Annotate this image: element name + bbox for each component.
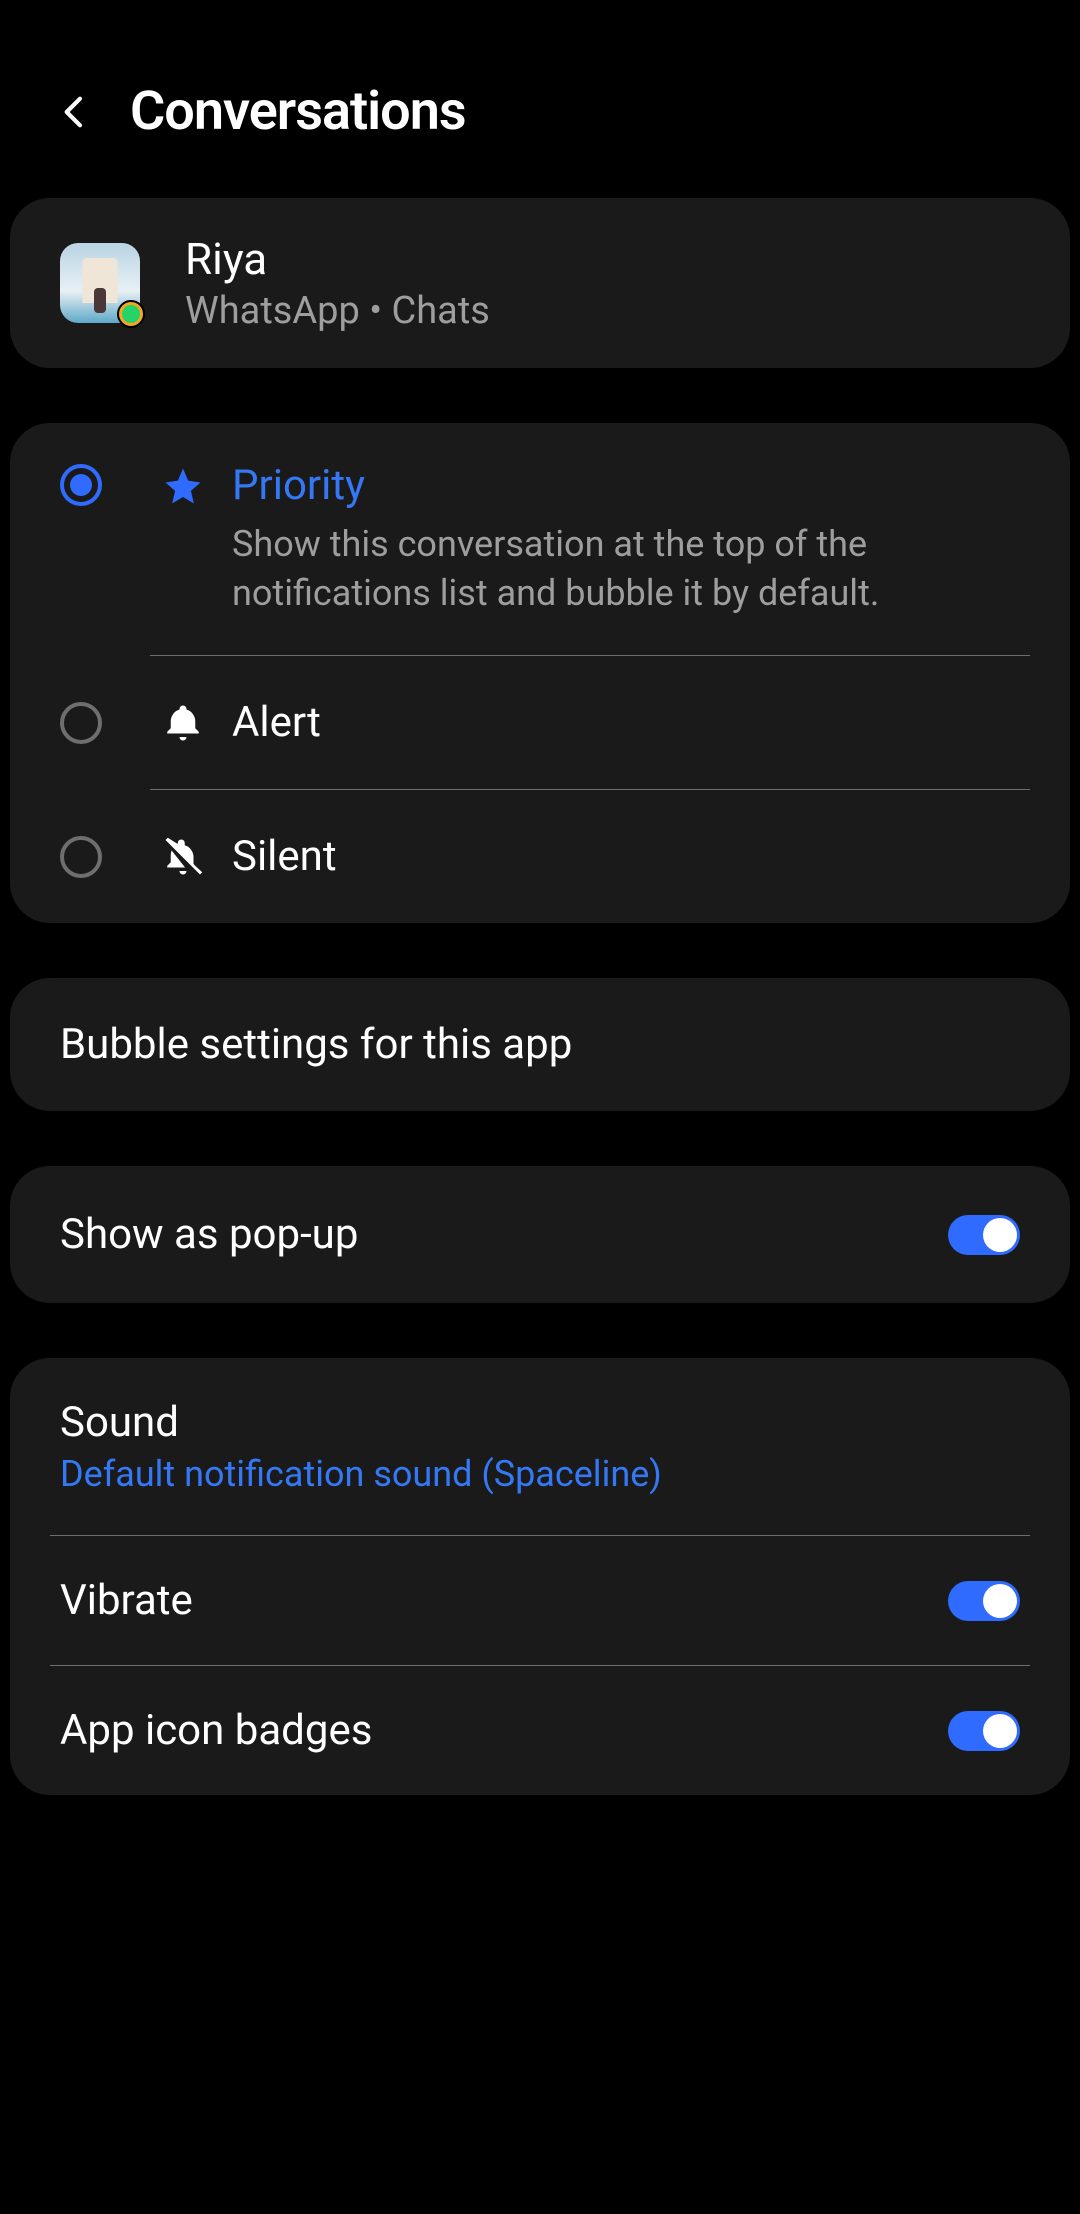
radio-priority[interactable] — [60, 464, 102, 506]
star-icon — [162, 461, 204, 507]
avatar — [60, 243, 140, 323]
header: Conversations — [0, 0, 1080, 183]
vibrate-toggle[interactable] — [948, 1581, 1020, 1621]
radio-alert[interactable] — [60, 702, 102, 744]
bubble-settings-label: Bubble settings for this app — [60, 1020, 1020, 1069]
contact-name: Riya — [185, 233, 1020, 285]
settings-card: Sound Default notification sound (Spacel… — [10, 1358, 1070, 1795]
back-icon[interactable] — [50, 87, 100, 137]
option-alert[interactable]: Alert — [10, 656, 1070, 789]
vibrate-label: Vibrate — [60, 1576, 948, 1625]
page-title: Conversations — [130, 80, 466, 143]
bell-icon — [162, 702, 204, 744]
contact-card[interactable]: Riya WhatsApp • Chats — [10, 198, 1070, 368]
priority-options-card: Priority Show this conversation at the t… — [10, 423, 1070, 923]
option-silent[interactable]: Silent — [10, 790, 1070, 923]
popup-toggle[interactable] — [948, 1215, 1020, 1255]
sound-setting[interactable]: Sound Default notification sound (Spacel… — [10, 1358, 1070, 1535]
bell-off-icon — [162, 836, 204, 878]
bubble-settings[interactable]: Bubble settings for this app — [10, 978, 1070, 1111]
option-alert-title: Alert — [232, 698, 1020, 747]
vibrate-setting[interactable]: Vibrate — [10, 1536, 1070, 1665]
option-priority-title: Priority — [232, 461, 1020, 510]
badges-toggle[interactable] — [948, 1711, 1020, 1751]
contact-subtitle: WhatsApp • Chats — [185, 289, 1020, 333]
badges-label: App icon badges — [60, 1706, 948, 1755]
sound-value: Default notification sound (Spaceline) — [60, 1453, 1020, 1495]
option-priority-desc: Show this conversation at the top of the… — [232, 520, 1020, 617]
radio-silent[interactable] — [60, 836, 102, 878]
show-as-popup[interactable]: Show as pop-up — [10, 1166, 1070, 1303]
badges-setting[interactable]: App icon badges — [10, 1666, 1070, 1795]
sound-label: Sound — [60, 1398, 1020, 1447]
option-priority[interactable]: Priority Show this conversation at the t… — [10, 423, 1070, 655]
popup-label: Show as pop-up — [60, 1210, 358, 1259]
option-silent-title: Silent — [232, 832, 1020, 881]
app-badge-icon — [117, 300, 145, 328]
